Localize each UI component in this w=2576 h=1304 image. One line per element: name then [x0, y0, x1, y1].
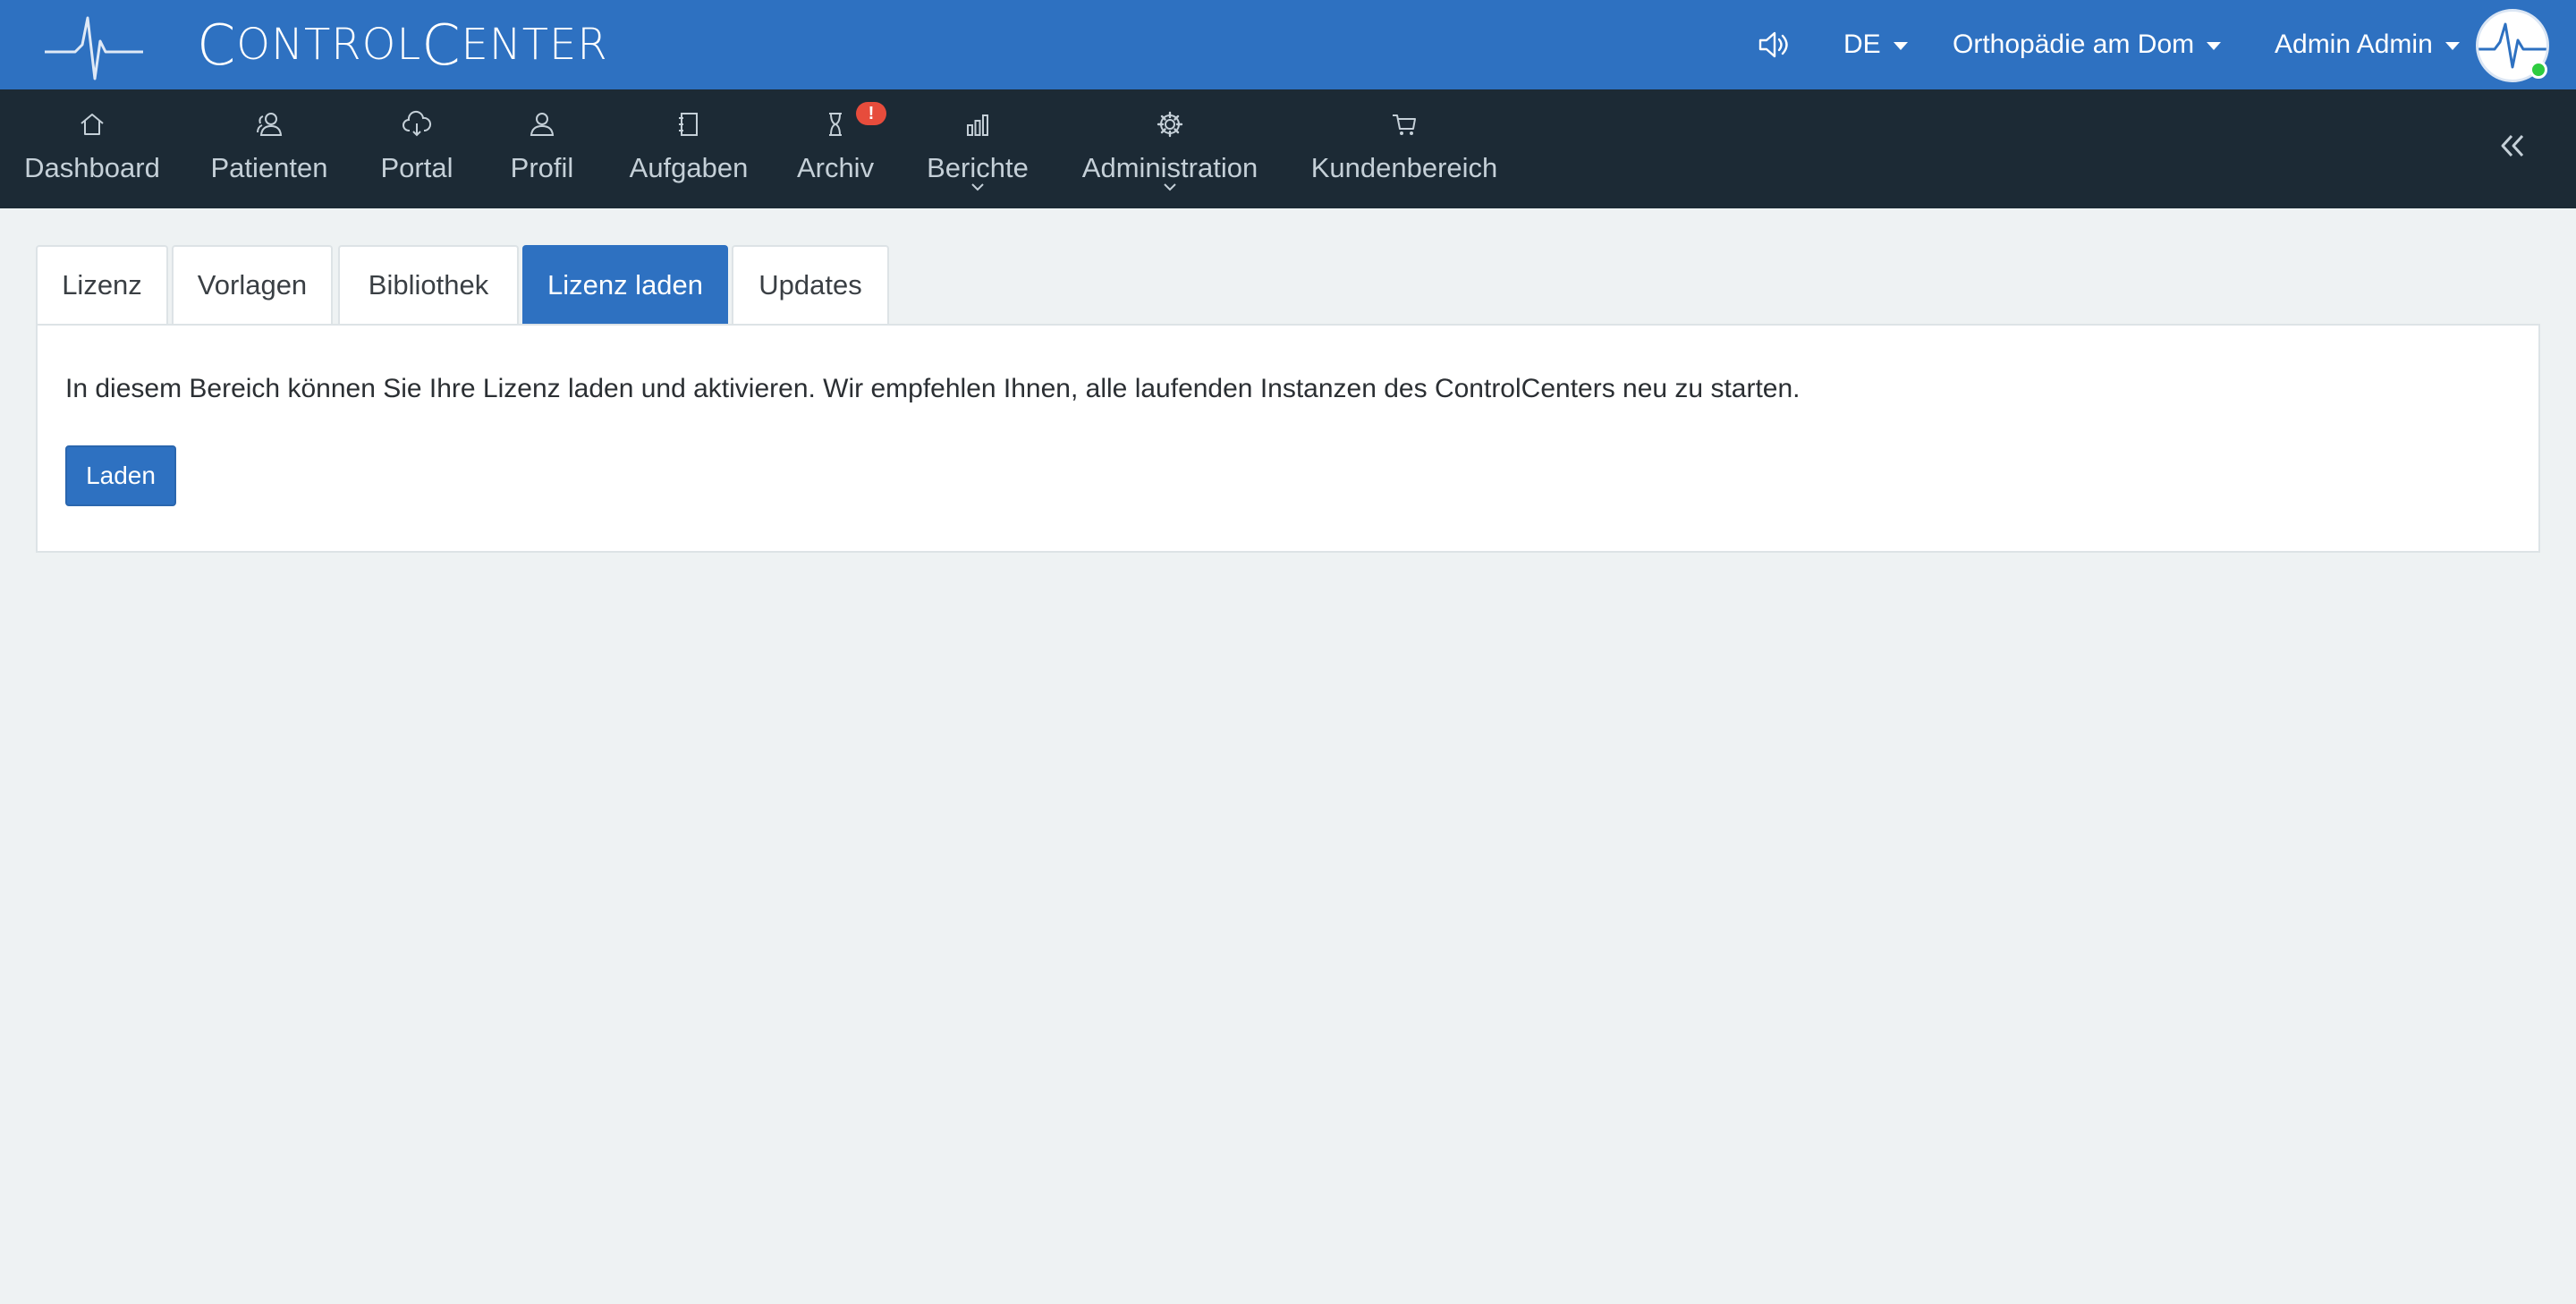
user-name: Admin Admin	[2275, 30, 2433, 59]
nav-label-patienten: Patienten	[210, 152, 328, 183]
cloud-download-icon	[402, 110, 432, 137]
nav-item-kundenbereich[interactable]: Kundenbereich	[1310, 89, 1498, 208]
brand-part-2: ENTER	[461, 20, 608, 70]
nav-label-archiv: Archiv	[796, 152, 875, 183]
language-label: DE	[1843, 30, 1881, 59]
cart-icon	[1393, 114, 1416, 135]
caret-down-icon	[1893, 42, 1908, 50]
user-icon	[530, 113, 555, 136]
nav-label-administration: Administration	[1081, 152, 1258, 183]
home-icon	[80, 114, 104, 135]
collapse-sidebar-icon[interactable]	[2497, 131, 2528, 161]
nav-item-profil[interactable]: Profil	[506, 89, 578, 208]
user-menu[interactable]: Admin Admin	[2275, 22, 2460, 67]
brand-initial-2: C	[421, 12, 462, 78]
nav-label-profil: Profil	[510, 152, 574, 183]
load-button[interactable]: Laden	[65, 445, 176, 506]
archiv-alert-badge: !	[856, 102, 886, 125]
nav-item-administration[interactable]: Administration	[1080, 89, 1259, 208]
practice-dropdown[interactable]: Orthopädie am Dom	[1953, 22, 2222, 67]
online-status-dot	[2529, 61, 2547, 79]
tab-lizenz-laden[interactable]: Lizenz laden	[522, 245, 728, 324]
nav-item-patienten[interactable]: Patienten	[210, 89, 328, 208]
nav-label-portal: Portal	[380, 152, 453, 183]
logo-pulse-icon	[45, 16, 143, 80]
top-header: C ONTROL C ENTER DE Orthopädie am Dom Admin…	[0, 0, 2576, 89]
panel-description: In diesem Bereich können Sie Ihre Lizenz…	[65, 374, 1801, 403]
hourglass-icon	[829, 113, 842, 136]
nav-item-berichte[interactable]: Berichte	[925, 89, 1030, 208]
main-navigation: Dashboard Patienten Portal Profil Aufgab…	[0, 89, 2576, 208]
brand-initial-1: C	[197, 12, 237, 78]
nav-label-kundenbereich: Kundenbereich	[1310, 152, 1498, 183]
tab-lizenz[interactable]: Lizenz	[36, 245, 168, 324]
nav-label-dashboard: Dashboard	[24, 152, 160, 183]
caret-down-icon	[2207, 42, 2222, 50]
nav-item-dashboard[interactable]: Dashboard	[24, 89, 160, 208]
bar-chart-icon	[967, 114, 988, 136]
tab-bibliothek[interactable]: Bibliothek	[338, 245, 519, 324]
tab-updates[interactable]: Updates	[732, 245, 889, 324]
nav-label-aufgaben: Aufgaben	[629, 152, 749, 183]
speaker-icon[interactable]	[1755, 27, 1791, 63]
app-brand[interactable]: C ONTROL C ENTER	[197, 12, 608, 78]
chevron-down-icon	[1164, 183, 1176, 191]
notebook-icon	[679, 113, 698, 136]
language-dropdown[interactable]: DE	[1843, 22, 1908, 67]
brand-part-1: ONTROL	[236, 20, 422, 70]
practice-label: Orthopädie am Dom	[1953, 30, 2195, 59]
caret-down-icon	[2445, 42, 2460, 50]
license-load-panel: In diesem Bereich können Sie Ihre Lizenz…	[36, 324, 2540, 553]
chevron-down-icon	[971, 183, 984, 191]
nav-item-aufgaben[interactable]: Aufgaben	[629, 89, 749, 208]
nav-item-portal[interactable]: Portal	[379, 89, 454, 208]
gear-icon	[1157, 111, 1183, 138]
nav-label-berichte: Berichte	[927, 152, 1029, 183]
tab-vorlagen[interactable]: Vorlagen	[172, 245, 333, 324]
user-group-icon	[257, 113, 283, 136]
